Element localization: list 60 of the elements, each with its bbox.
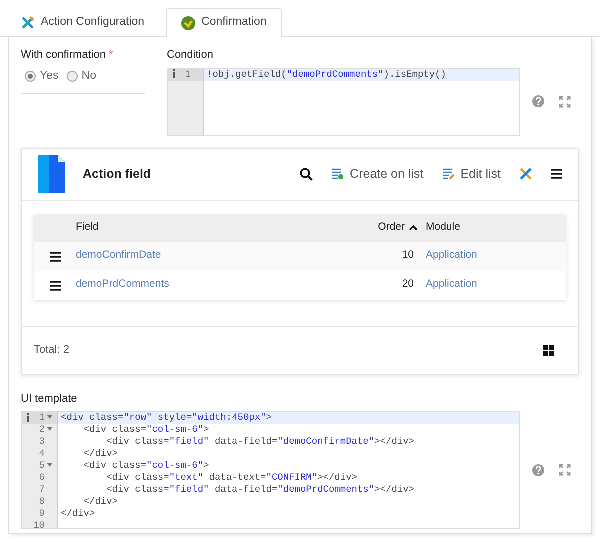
line-number: 6	[39, 472, 45, 484]
expand-icon[interactable]	[559, 464, 571, 476]
help-icon[interactable]	[532, 95, 545, 108]
menu-icon[interactable]	[551, 169, 562, 179]
code-line: <div class="field" data-field="demoConfirmDate"></div>	[106, 436, 416, 448]
table-cell[interactable]: Application	[426, 277, 566, 293]
search-icon[interactable]	[300, 168, 314, 180]
code-line: </div>	[82, 448, 120, 460]
line-number: 10	[34, 520, 45, 532]
fold-icon[interactable]	[47, 415, 53, 420]
code-editor[interactable]	[21, 411, 520, 529]
code-line: </div>	[60, 508, 96, 520]
tab[interactable]: Confirmation	[166, 8, 282, 37]
table-cell[interactable]: demoPrdComments	[76, 277, 356, 293]
line-number: 2	[39, 424, 45, 436]
line-number: 1	[185, 68, 191, 80]
check-icon	[180, 16, 196, 30]
line-number: 5	[39, 460, 45, 472]
code-line: </div>	[82, 496, 120, 508]
drag-handle-icon[interactable]	[50, 252, 61, 262]
toolbar-button[interactable]: Edit list	[442, 164, 501, 184]
list-title: Action field	[83, 166, 152, 183]
code-editor[interactable]: 1 !obj.getField("demoPrdComments").isEmpty()	[167, 68, 520, 136]
line-number: 7	[39, 484, 45, 496]
line-number: 1	[39, 412, 45, 424]
radio-option[interactable]: Yes	[25, 68, 59, 85]
drag-handle-icon[interactable]	[50, 280, 61, 291]
field-label: UI template	[21, 392, 78, 406]
tab[interactable]: Action Configuration	[8, 8, 158, 37]
fold-icon[interactable]	[47, 463, 53, 468]
column-header[interactable]: Order	[356, 220, 426, 236]
table-cell[interactable]: Application	[426, 248, 566, 264]
help-icon[interactable]	[532, 464, 545, 476]
fold-icon[interactable]	[47, 427, 53, 432]
code-line: <div class="col-sm-6">	[82, 424, 210, 436]
tools-icon	[21, 16, 35, 30]
sort-up-icon	[409, 225, 418, 231]
table-cell[interactable]: demoConfirmDate	[76, 248, 356, 264]
code-line: <div class="field" data-field="demoPrdComments"></div>	[106, 484, 416, 496]
code-line: <div class="col-sm-6">	[82, 460, 210, 472]
line-number: 8	[39, 496, 45, 508]
total-count: Total: 2	[34, 342, 70, 358]
line-number: 4	[39, 448, 45, 460]
code-line: <div class="text" data-text="CONFIRM"></div>	[106, 472, 358, 484]
column-header[interactable]: Field	[76, 220, 356, 236]
line-number: 9	[39, 508, 45, 520]
table-cell-text: 10	[401, 248, 415, 264]
radio-option[interactable]: No	[66, 68, 96, 85]
field-label: With confirmation *	[21, 48, 114, 63]
expand-icon[interactable]	[559, 96, 571, 108]
tools-icon[interactable]	[519, 167, 533, 181]
line-number: 3	[39, 436, 45, 448]
table-cell-text: 20	[401, 277, 415, 292]
field-label: Condition	[167, 48, 214, 63]
toolbar-button[interactable]: Create on list	[331, 164, 424, 184]
list-icon	[331, 168, 344, 180]
document-icon	[38, 155, 65, 193]
grid-icon[interactable]	[543, 344, 554, 356]
column-header[interactable]: Module	[426, 220, 566, 236]
list-icon	[442, 168, 455, 180]
